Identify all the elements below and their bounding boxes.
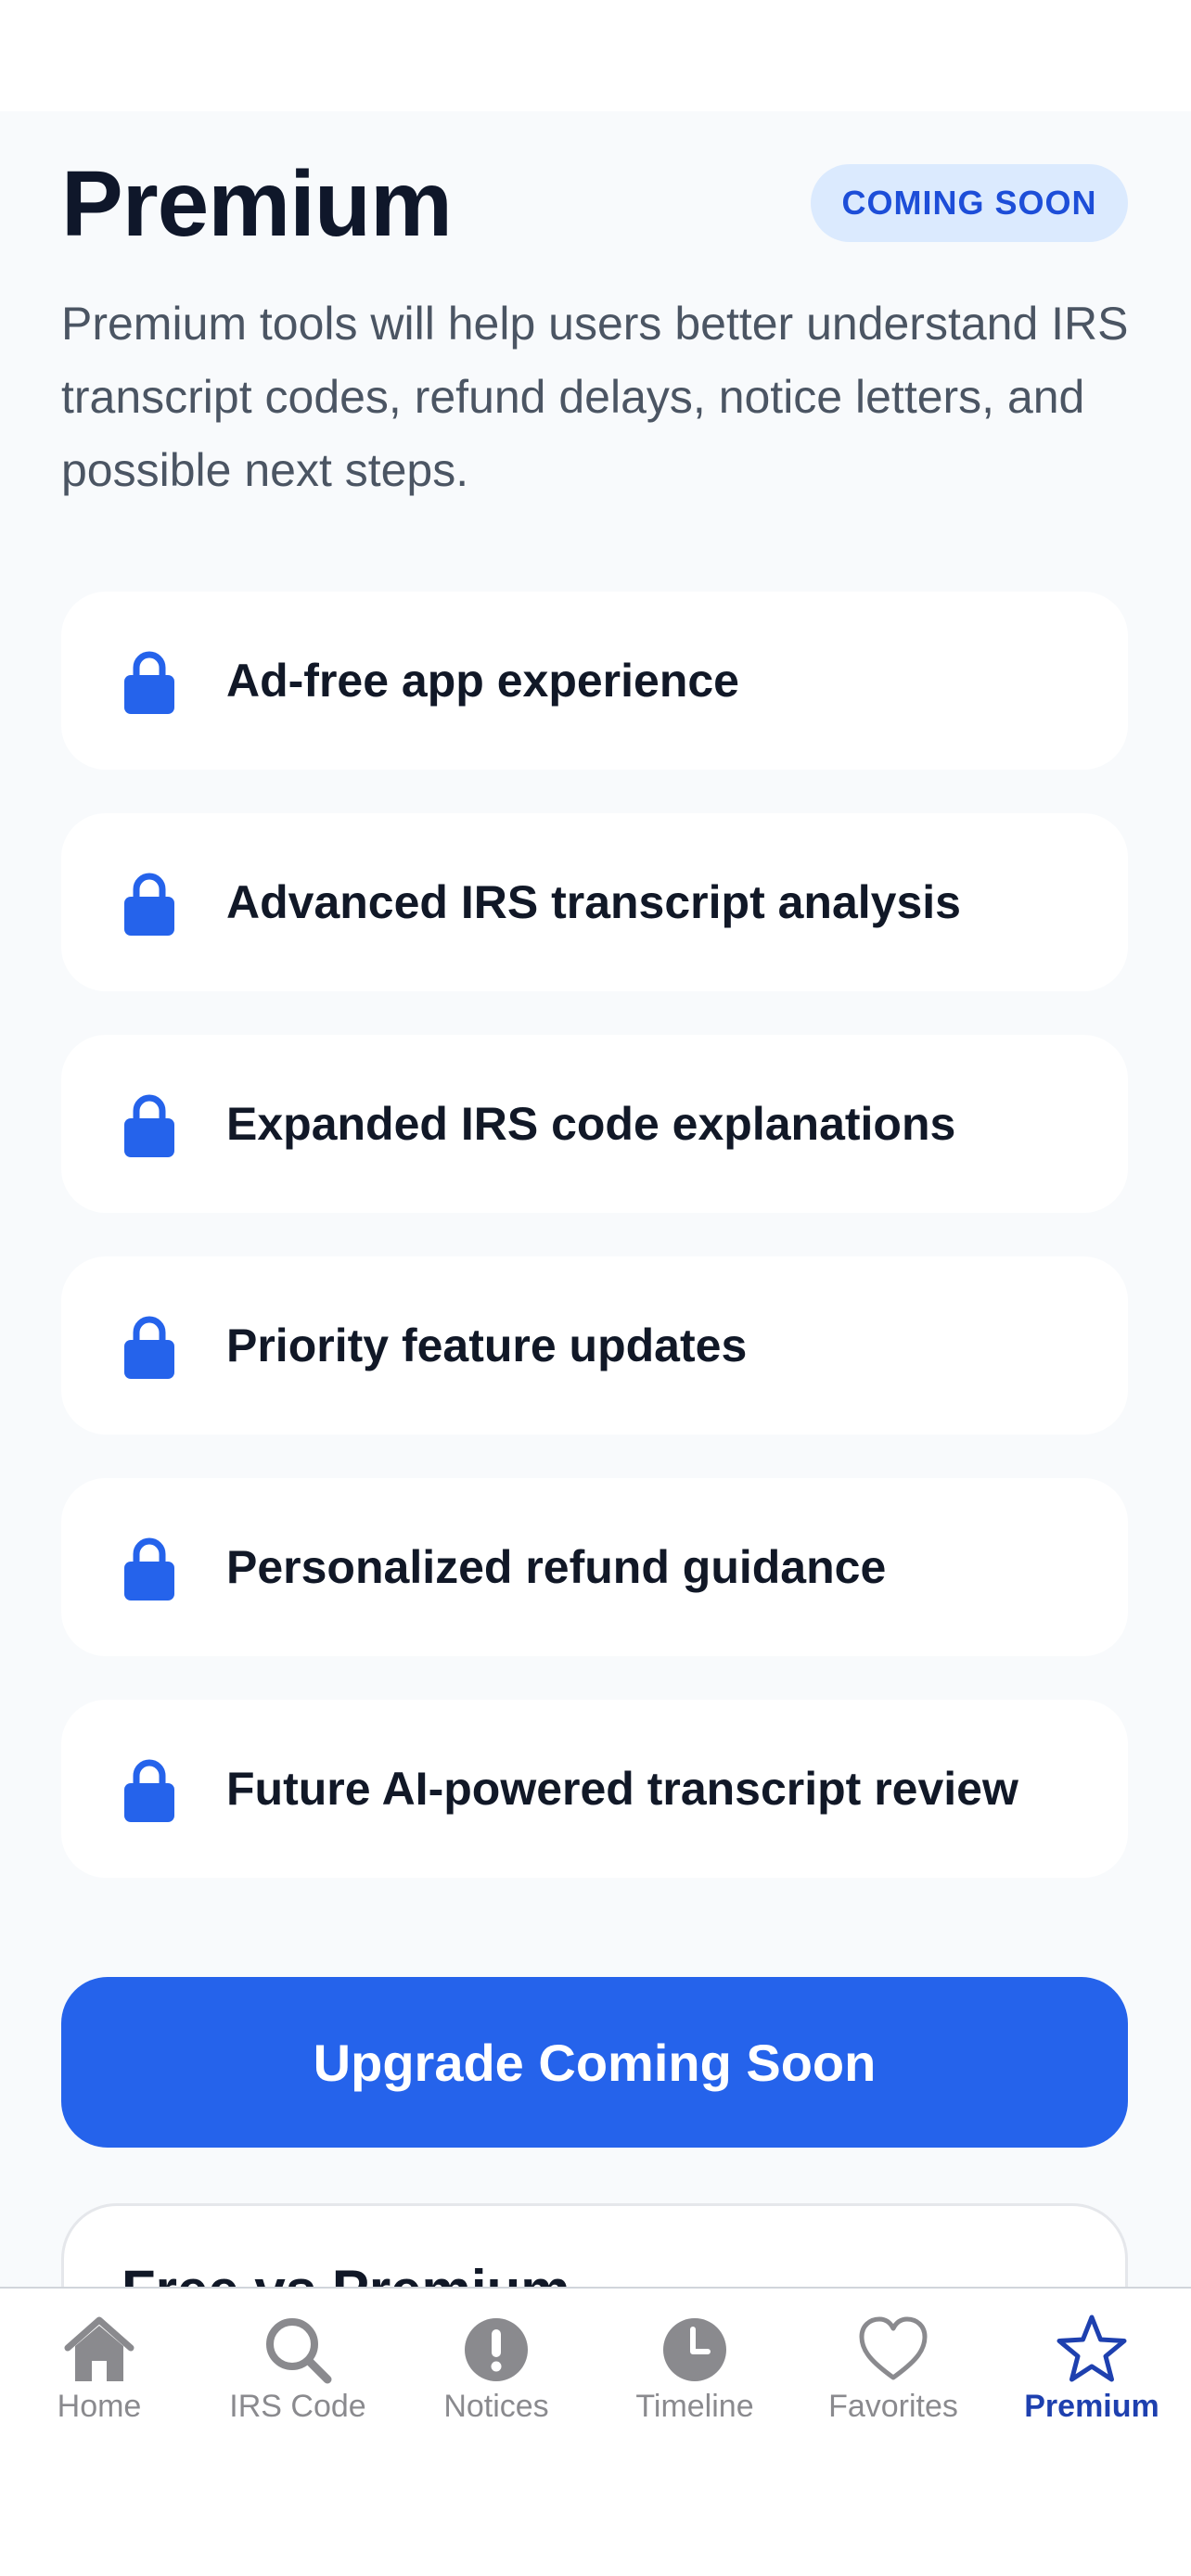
tab-label: Notices (443, 2389, 549, 2424)
feature-card-ad-free: Ad-free app experience (61, 592, 1128, 770)
tab-favorites[interactable]: Favorites (794, 2289, 992, 2437)
comparison-title: Free vs Premium (122, 2258, 570, 2287)
feature-label: Advanced IRS transcript analysis (226, 876, 961, 928)
lock-icon (124, 1316, 174, 1379)
feature-card-refund-guidance: Personalized refund guidance (61, 1478, 1128, 1656)
tab-label: Timeline (635, 2389, 754, 2424)
feature-card-transcript-analysis: Advanced IRS transcript analysis (61, 813, 1128, 991)
lock-icon (124, 1094, 174, 1157)
free-vs-premium-card: Free vs Premium (61, 2203, 1128, 2287)
premium-screen: Premium COMING SOON Premium tools will h… (0, 111, 1191, 2287)
heart-icon (859, 2316, 928, 2380)
feature-label: Expanded IRS code explanations (226, 1098, 956, 1150)
clock-icon (663, 2318, 726, 2381)
lock-icon (124, 873, 174, 936)
page-title: Premium (61, 152, 453, 256)
feature-label: Personalized refund guidance (226, 1541, 887, 1593)
tab-label: IRS Code (229, 2389, 366, 2424)
tab-irs-code[interactable]: IRS Code (198, 2289, 397, 2437)
feature-card-priority-updates: Priority feature updates (61, 1256, 1128, 1435)
tab-label: Premium (1024, 2389, 1159, 2424)
upgrade-button[interactable]: Upgrade Coming Soon (61, 1977, 1128, 2148)
search-icon (266, 2318, 332, 2384)
lock-icon (124, 651, 174, 714)
tab-label: Favorites (828, 2389, 958, 2424)
lock-icon (124, 1537, 174, 1600)
tab-bar: Home IRS Code Notices Timeline Favorites (0, 2287, 1191, 2576)
feature-list: Ad-free app experience Advanced IRS tran… (61, 592, 1128, 1921)
lock-icon (124, 1759, 174, 1822)
home-icon (64, 2316, 134, 2381)
alert-icon (465, 2318, 528, 2381)
feature-card-ai-review: Future AI-powered transcript review (61, 1700, 1128, 1878)
tab-timeline[interactable]: Timeline (596, 2289, 794, 2437)
feature-label: Priority feature updates (226, 1320, 748, 1371)
star-icon (1057, 2315, 1127, 2382)
feature-label: Future AI-powered transcript review (226, 1763, 1018, 1815)
feature-label: Ad-free app experience (226, 655, 739, 707)
tab-home[interactable]: Home (0, 2289, 198, 2437)
feature-card-code-explanations: Expanded IRS code explanations (61, 1035, 1128, 1213)
coming-soon-badge: COMING SOON (811, 164, 1128, 242)
status-bar (0, 0, 1191, 111)
tab-premium[interactable]: Premium (992, 2289, 1191, 2437)
page-description: Premium tools will help users better und… (61, 298, 1129, 496)
tab-label: Home (57, 2389, 142, 2424)
tab-notices[interactable]: Notices (397, 2289, 596, 2437)
